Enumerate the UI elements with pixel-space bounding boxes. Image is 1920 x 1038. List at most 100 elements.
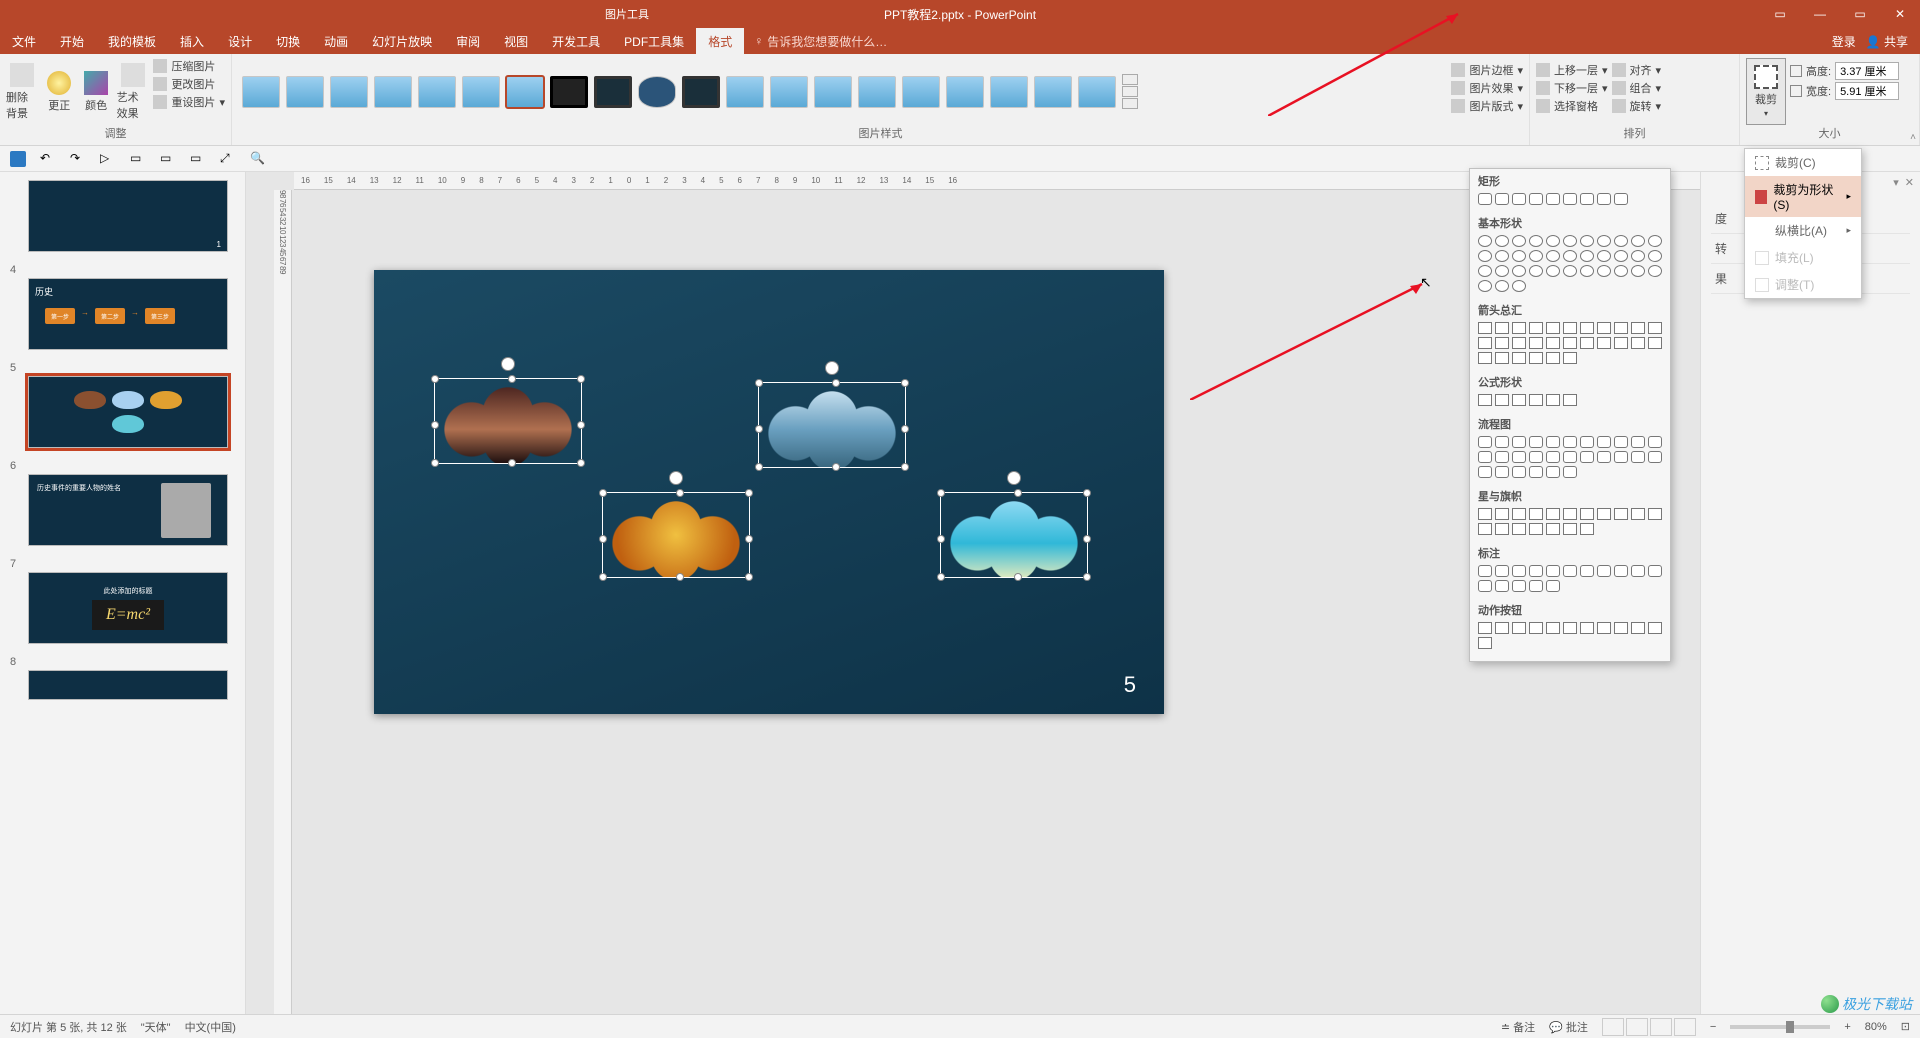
shape-swatch[interactable] — [1563, 235, 1577, 247]
shape-swatch[interactable] — [1563, 565, 1577, 577]
shape-swatch[interactable] — [1631, 265, 1645, 277]
qat-icon[interactable]: 🔍 — [250, 151, 266, 167]
thumbnail-slide-4[interactable]: 历史事件的重要人物的姓名 — [28, 474, 228, 546]
shape-swatch[interactable] — [1614, 337, 1628, 349]
comments-button[interactable]: 💬 批注 — [1549, 1019, 1588, 1035]
shape-swatch[interactable] — [1614, 565, 1628, 577]
shape-swatch[interactable] — [1580, 250, 1594, 262]
rotate-button[interactable]: 旋转 ▾ — [1612, 98, 1662, 114]
shape-swatch[interactable] — [1631, 451, 1645, 463]
style-swatch[interactable] — [1034, 76, 1072, 108]
shape-swatch[interactable] — [1512, 523, 1526, 535]
redo-icon[interactable]: ↷ — [70, 151, 86, 167]
style-swatch[interactable] — [858, 76, 896, 108]
thumbnail-slide-6[interactable] — [28, 670, 228, 700]
tab-home[interactable]: 开始 — [48, 28, 96, 54]
shape-swatch[interactable] — [1529, 322, 1543, 334]
shape-swatch[interactable] — [1495, 235, 1509, 247]
rotation-handle-icon[interactable] — [501, 357, 515, 371]
shape-swatch[interactable] — [1631, 250, 1645, 262]
shape-swatch[interactable] — [1580, 451, 1594, 463]
minimize-button[interactable]: — — [1800, 0, 1840, 28]
shape-swatch[interactable] — [1478, 265, 1492, 277]
shape-swatch[interactable] — [1580, 565, 1594, 577]
tab-format[interactable]: 格式 — [696, 28, 744, 54]
qat-icon[interactable]: ▭ — [190, 151, 206, 167]
style-swatch[interactable] — [682, 76, 720, 108]
shape-swatch[interactable] — [1563, 352, 1577, 364]
shape-swatch[interactable] — [1597, 622, 1611, 634]
shape-swatch[interactable] — [1597, 337, 1611, 349]
shape-swatch[interactable] — [1614, 193, 1628, 205]
shape-swatch[interactable] — [1495, 193, 1509, 205]
style-swatch[interactable] — [814, 76, 852, 108]
crop-menu-to-shape[interactable]: 裁剪为形状(S)▸ — [1745, 176, 1861, 217]
shape-swatch[interactable] — [1597, 250, 1611, 262]
shape-swatch[interactable] — [1495, 466, 1509, 478]
shape-swatch[interactable] — [1512, 565, 1526, 577]
shape-swatch[interactable] — [1648, 322, 1662, 334]
collapse-ribbon-icon[interactable]: ˄ — [1910, 132, 1916, 143]
shape-swatch[interactable] — [1546, 451, 1560, 463]
shape-swatch[interactable] — [1631, 565, 1645, 577]
compress-pictures-button[interactable]: 压缩图片 — [153, 58, 225, 74]
shape-swatch[interactable] — [1597, 508, 1611, 520]
shape-swatch[interactable] — [1529, 466, 1543, 478]
shape-swatch[interactable] — [1495, 622, 1509, 634]
shape-swatch[interactable] — [1546, 580, 1560, 592]
share-button[interactable]: 👤 共享 — [1866, 33, 1908, 50]
slide-canvas[interactable]: 5 — [374, 270, 1164, 714]
shape-swatch[interactable] — [1495, 280, 1509, 292]
shape-swatch[interactable] — [1580, 622, 1594, 634]
style-swatch[interactable] — [594, 76, 632, 108]
shape-swatch[interactable] — [1614, 622, 1628, 634]
shape-swatch[interactable] — [1597, 265, 1611, 277]
tab-developer[interactable]: 开发工具 — [540, 28, 612, 54]
shape-swatch[interactable] — [1478, 466, 1492, 478]
remove-background-button[interactable]: 删除背景 — [6, 58, 39, 125]
start-slideshow-icon[interactable]: ▷ — [100, 151, 116, 167]
shape-swatch[interactable] — [1495, 436, 1509, 448]
rotation-handle-icon[interactable] — [669, 471, 683, 485]
thumbnail-slide-2[interactable]: 历史 第一步→ 第二步→ 第三步 — [28, 278, 228, 350]
normal-view-button[interactable] — [1602, 1018, 1624, 1036]
shape-swatch[interactable] — [1478, 637, 1492, 649]
gallery-expand-button[interactable] — [1122, 74, 1138, 109]
shape-swatch[interactable] — [1529, 235, 1543, 247]
shape-swatch[interactable] — [1529, 250, 1543, 262]
picture-styles-gallery[interactable] — [238, 58, 1447, 125]
style-swatch-selected[interactable] — [506, 76, 544, 108]
thumbnail-slide-5[interactable]: 此处添加的标题 E=mc² — [28, 572, 228, 644]
shape-swatch[interactable] — [1563, 451, 1577, 463]
thumbnail-slide-1[interactable]: 1 — [28, 180, 228, 252]
shape-swatch[interactable] — [1478, 451, 1492, 463]
shape-swatch[interactable] — [1631, 436, 1645, 448]
group-button[interactable]: 组合 ▾ — [1612, 80, 1662, 96]
rotation-handle-icon[interactable] — [1007, 471, 1021, 485]
shape-swatch[interactable] — [1631, 322, 1645, 334]
style-swatch[interactable] — [990, 76, 1028, 108]
shape-swatch[interactable] — [1529, 622, 1543, 634]
shape-swatch[interactable] — [1529, 193, 1543, 205]
shape-swatch[interactable] — [1580, 235, 1594, 247]
shape-swatch[interactable] — [1546, 436, 1560, 448]
shape-swatch[interactable] — [1580, 265, 1594, 277]
shape-swatch[interactable] — [1546, 508, 1560, 520]
shape-swatch[interactable] — [1478, 580, 1492, 592]
shape-swatch[interactable] — [1512, 451, 1526, 463]
shape-swatch[interactable] — [1563, 394, 1577, 406]
shape-swatch[interactable] — [1597, 322, 1611, 334]
shape-swatch[interactable] — [1563, 193, 1577, 205]
shape-swatch[interactable] — [1478, 508, 1492, 520]
shape-swatch[interactable] — [1648, 250, 1662, 262]
selected-picture-cloud-2[interactable] — [758, 382, 906, 468]
height-input[interactable] — [1835, 62, 1899, 80]
style-swatch[interactable] — [1078, 76, 1116, 108]
shape-swatch[interactable] — [1495, 565, 1509, 577]
selection-pane-button[interactable]: 选择窗格 — [1536, 98, 1608, 114]
shape-swatch[interactable] — [1631, 235, 1645, 247]
selected-picture-cloud-4[interactable] — [940, 492, 1088, 578]
shape-swatch[interactable] — [1512, 466, 1526, 478]
tab-transitions[interactable]: 切换 — [264, 28, 312, 54]
shape-swatch[interactable] — [1512, 508, 1526, 520]
